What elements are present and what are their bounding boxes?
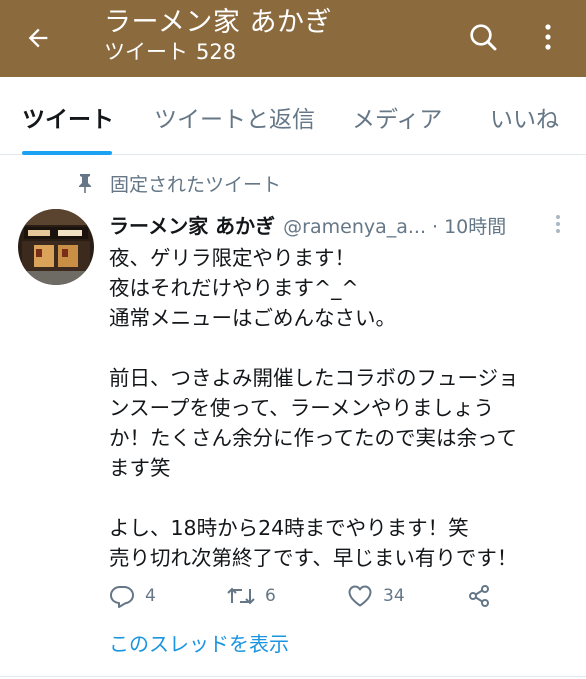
pinned-tweet-label: 固定されたツイート [74,170,281,196]
tweet-actions: 4 6 34 [109,582,529,610]
tweet-timestamp[interactable]: 10時間 [444,212,506,239]
like-button[interactable]: 34 [347,582,405,610]
tweet-count-value: 528 [196,40,237,64]
pin-icon [74,172,96,194]
reply-icon [110,586,134,608]
tweet-author-name[interactable]: ラーメン家 あかぎ [109,210,275,239]
share-icon [469,585,489,607]
tweet-text-line: 通常メニューはごめんなさい。 [109,306,396,330]
active-tab-indicator [22,151,112,155]
retweet-count: 6 [265,586,276,606]
tweet-meta-separator: · [432,216,439,238]
arrow-left-icon [28,28,48,48]
tweet-count-label: ツイート [104,40,188,64]
like-count: 34 [383,586,405,606]
retweet-icon [227,587,255,605]
tweet-text-line: 夜はそれだけやります^_^ [109,276,359,300]
search-button[interactable] [462,16,504,58]
more-options-button[interactable] [530,16,566,58]
show-thread-link[interactable]: このスレッドを表示 [109,630,289,658]
profile-title: ラーメン家 あかぎ [104,7,333,38]
tweet-author-handle[interactable]: @ramenya_a... [283,216,426,238]
app-header: ラーメン家 あかぎ ツイート 528 [0,0,586,77]
tweet-text-line: 売り切れ次第終了です、早じまい有りです！ [109,546,518,570]
back-button[interactable] [18,18,58,58]
tweet-text-line: か！たくさん余分に作ってたので実は余って [109,426,517,450]
avatar[interactable] [18,209,94,285]
tweet-text-line: よし、18時から24時までやります！笑 [109,516,469,540]
tweet-header: ラーメン家 あかぎ @ramenya_a... · 10時間 [109,210,549,240]
tweet-caret-button[interactable] [550,212,566,236]
shop-front-avatar [18,209,94,285]
tweet-text: 夜、ゲリラ限定やります！ 夜はそれだけやります^_^ 通常メニューはごめんなさい… [109,243,575,573]
more-vertical-icon [545,24,551,50]
pinned-label-text: 固定されたツイート [110,173,282,196]
reply-count: 4 [145,586,156,606]
retweet-button[interactable]: 6 [227,582,276,610]
tweet-count-line: ツイート 528 [104,38,236,66]
tweet-text-line: ます笑 [109,456,171,480]
tweet-text-line: 夜、ゲリラ限定やります！ [109,246,355,270]
tab-media[interactable]: メディア [352,105,442,135]
share-button[interactable] [467,582,501,610]
tab-tweets[interactable]: ツイート [22,105,114,135]
tweet-text-line: ンスープを使って、ラーメンやりましょう [109,396,494,420]
divider [0,676,586,677]
tweet-text-line: 前日、つきよみ開催したコラボのフュージョ [109,366,519,390]
search-icon [470,24,497,51]
tab-likes[interactable]: いいね [490,105,559,135]
tab-tweets-and-replies[interactable]: ツイートと返信 [154,105,315,135]
more-vertical-icon [556,215,560,233]
heart-icon [348,585,372,607]
profile-tabs: ツイート ツイートと返信 メディア いいね [0,77,586,155]
reply-button[interactable]: 4 [109,582,156,610]
